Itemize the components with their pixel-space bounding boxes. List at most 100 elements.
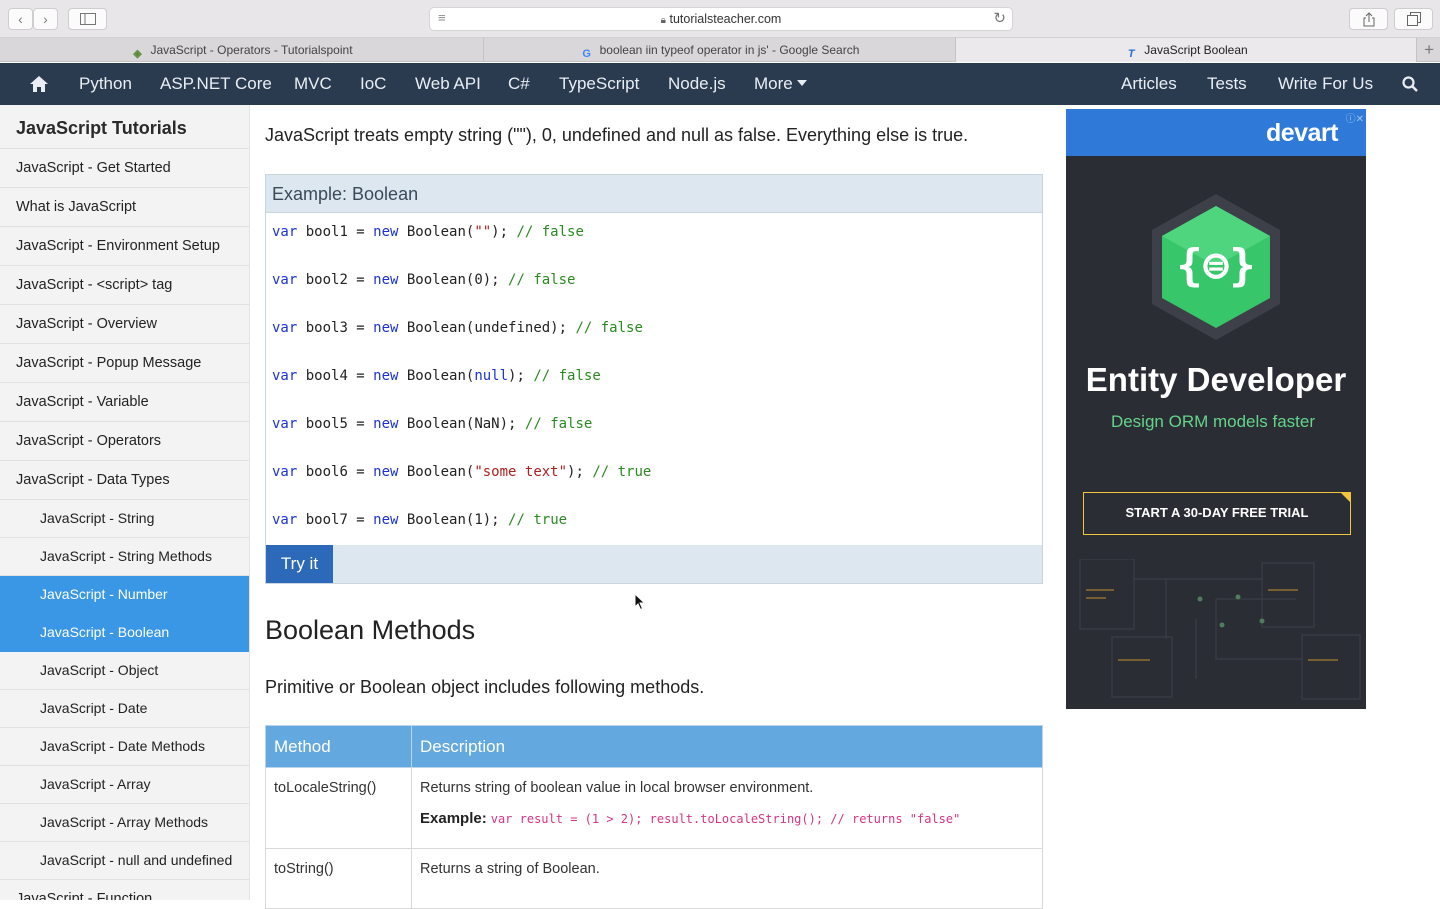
- sidebar-item-overview[interactable]: JavaScript - Overview: [0, 305, 249, 344]
- ad-close-icon[interactable]: ⓘ✕: [1346, 110, 1364, 125]
- sidebar-item-what-is-javascript[interactable]: What is JavaScript: [0, 188, 249, 227]
- search-button[interactable]: [1402, 63, 1418, 105]
- sidebar-item-null-undefined[interactable]: JavaScript - null and undefined: [0, 842, 249, 880]
- share-button[interactable]: [1349, 8, 1388, 30]
- sidebar-item-function[interactable]: JavaScript - Function: [0, 880, 249, 900]
- home-link[interactable]: [30, 63, 52, 105]
- nav-more-dropdown[interactable]: More: [754, 63, 807, 105]
- sidebar-item-variable[interactable]: JavaScript - Variable: [0, 383, 249, 422]
- ad-subtitle: Design ORM models faster: [1110, 412, 1316, 431]
- browser-toolbar: ‹ › ≡ 🔒︎ tutorialsteacher.com ↻: [0, 0, 1440, 38]
- table-row: toLocaleString() Returns string of boole…: [265, 767, 1043, 849]
- nav-ioc[interactable]: IoC: [360, 63, 386, 105]
- sidebar-item-popup-message[interactable]: JavaScript - Popup Message: [0, 344, 249, 383]
- cta-corner-decoration: [1340, 492, 1351, 503]
- sidebar-item-get-started[interactable]: JavaScript - Get Started: [0, 149, 249, 188]
- sidebar-item-object[interactable]: JavaScript - Object: [0, 652, 249, 690]
- tutorialspoint-favicon-icon: ◈: [133, 48, 142, 60]
- code-line: var bool3 = new Boolean(undefined); // f…: [272, 320, 643, 336]
- code-line: var bool4 = new Boolean(null); // false: [272, 368, 601, 384]
- sidebar-toggle-button[interactable]: [68, 8, 107, 30]
- advertisement[interactable]: devart ⓘ✕ {⊜} Entity Developer Design OR…: [1066, 109, 1366, 709]
- devart-logo: devart: [1265, 119, 1339, 147]
- nav-aspnet-core[interactable]: ASP.NET Core: [160, 63, 272, 105]
- address-bar[interactable]: ≡ 🔒︎ tutorialsteacher.com ↻: [429, 7, 1013, 31]
- share-icon: [1363, 12, 1374, 27]
- url-host: tutorialsteacher.com: [669, 12, 782, 26]
- table-header-method: Method: [265, 725, 412, 768]
- tab-bar: ◈ JavaScript - Operators - Tutorialspoint…: [0, 38, 1440, 62]
- sidebar-item-number[interactable]: JavaScript - Number: [0, 576, 249, 614]
- sidebar-item-operators[interactable]: JavaScript - Operators: [0, 422, 249, 461]
- search-icon: [1402, 76, 1418, 92]
- svg-text:{⊜}: {⊜}: [1176, 240, 1255, 291]
- sidebar-item-array[interactable]: JavaScript - Array: [0, 766, 249, 804]
- description-text: Returns string of boolean value in local…: [420, 780, 814, 796]
- method-example: Example: var result = (1 > 2); result.to…: [420, 810, 1034, 827]
- sidebar-item-string[interactable]: JavaScript - String: [0, 500, 249, 538]
- nav-write-for-us[interactable]: Write For Us: [1278, 63, 1373, 105]
- ad-diagram-decoration: [1079, 559, 1361, 700]
- example-box: Example: Boolean var bool1 = new Boolean…: [265, 174, 1043, 584]
- sidebar-item-script-tag[interactable]: JavaScript - <script> tag: [0, 266, 249, 305]
- code-line: var bool6 = new Boolean("some text"); //…: [272, 464, 652, 480]
- method-description: Returns string of boolean value in local…: [411, 767, 1043, 849]
- sidebar-item-boolean[interactable]: JavaScript - Boolean: [0, 614, 249, 652]
- nav-typescript[interactable]: TypeScript: [559, 63, 639, 105]
- tab-javascript-boolean[interactable]: T JavaScript Boolean: [956, 38, 1417, 62]
- site-navbar: Python ASP.NET Core MVC IoC Web API C# T…: [0, 63, 1440, 105]
- example-footer: Try it: [266, 545, 1042, 583]
- code-line: var bool1 = new Boolean(""); // false: [272, 224, 584, 240]
- nav-web-api[interactable]: Web API: [415, 63, 481, 105]
- lock-icon: 🔒︎: [660, 15, 666, 26]
- methods-intro: Primitive or Boolean object includes fol…: [265, 677, 705, 697]
- back-button[interactable]: ‹: [8, 8, 33, 30]
- nav-python[interactable]: Python: [79, 63, 132, 105]
- sidebar-item-string-methods[interactable]: JavaScript - String Methods: [0, 538, 249, 576]
- sidebar-title: JavaScript Tutorials: [0, 105, 249, 149]
- free-trial-button[interactable]: START A 30-DAY FREE TRIAL: [1083, 492, 1351, 535]
- google-favicon-icon: G: [582, 48, 591, 60]
- tutorial-sidebar: JavaScript Tutorials JavaScript - Get St…: [0, 105, 250, 900]
- sidebar-item-environment-setup[interactable]: JavaScript - Environment Setup: [0, 227, 249, 266]
- tutorialsteacher-favicon-icon: T: [1127, 48, 1135, 60]
- entity-developer-logo-icon: {⊜}: [1152, 194, 1280, 340]
- forward-button[interactable]: ›: [33, 8, 58, 30]
- tabs-icon: [1406, 12, 1421, 26]
- caret-down-icon: [796, 80, 807, 86]
- nav-csharp[interactable]: C#: [508, 63, 530, 105]
- sidebar-item-array-methods[interactable]: JavaScript - Array Methods: [0, 804, 249, 842]
- sidebar-item-date-methods[interactable]: JavaScript - Date Methods: [0, 728, 249, 766]
- try-it-button[interactable]: Try it: [266, 545, 333, 583]
- tabs-overview-button[interactable]: [1394, 8, 1433, 30]
- home-icon: [30, 76, 48, 92]
- chevron-right-icon: ›: [43, 11, 48, 27]
- reload-icon[interactable]: ↻: [993, 9, 1006, 27]
- example-code: var result = (1 > 2); result.toLocaleStr…: [490, 812, 961, 826]
- nav-mvc[interactable]: MVC: [294, 63, 332, 105]
- methods-table: Method Description toLocaleString() Retu…: [265, 725, 1043, 909]
- ad-header: devart ⓘ✕: [1066, 109, 1366, 156]
- code-line: var bool5 = new Boolean(NaN); // false: [272, 416, 593, 432]
- nav-articles[interactable]: Articles: [1121, 63, 1177, 105]
- example-title: Example: Boolean: [266, 175, 1042, 213]
- methods-heading: Boolean Methods: [265, 615, 476, 645]
- sidebar-item-data-types[interactable]: JavaScript - Data Types: [0, 461, 249, 500]
- table-header-description: Description: [411, 725, 1043, 768]
- table-header-row: Method Description: [265, 725, 1043, 768]
- code-line: var bool2 = new Boolean(0); // false: [272, 272, 576, 288]
- tab-tutorialspoint[interactable]: ◈ JavaScript - Operators - Tutorialspoint: [0, 38, 484, 62]
- tab-google-search[interactable]: Gboolean iin typeof operator in js' - Go…: [484, 38, 956, 62]
- example-label: Example:: [420, 810, 487, 827]
- sidebar-item-date[interactable]: JavaScript - Date: [0, 690, 249, 728]
- sidebar-icon: [79, 13, 96, 25]
- code-block: var bool1 = new Boolean(""); // false var…: [272, 224, 651, 560]
- nav-tests[interactable]: Tests: [1207, 63, 1247, 105]
- intro-paragraph: JavaScript treats empty string (""), 0, …: [265, 125, 969, 145]
- ad-title: Entity Developer: [1085, 361, 1347, 398]
- new-tab-icon[interactable]: +: [1424, 40, 1434, 60]
- mouse-cursor-icon: [634, 593, 646, 611]
- nav-nodejs[interactable]: Node.js: [668, 63, 726, 105]
- method-name: toLocaleString(): [265, 767, 412, 849]
- chevron-left-icon: ‹: [18, 11, 23, 27]
